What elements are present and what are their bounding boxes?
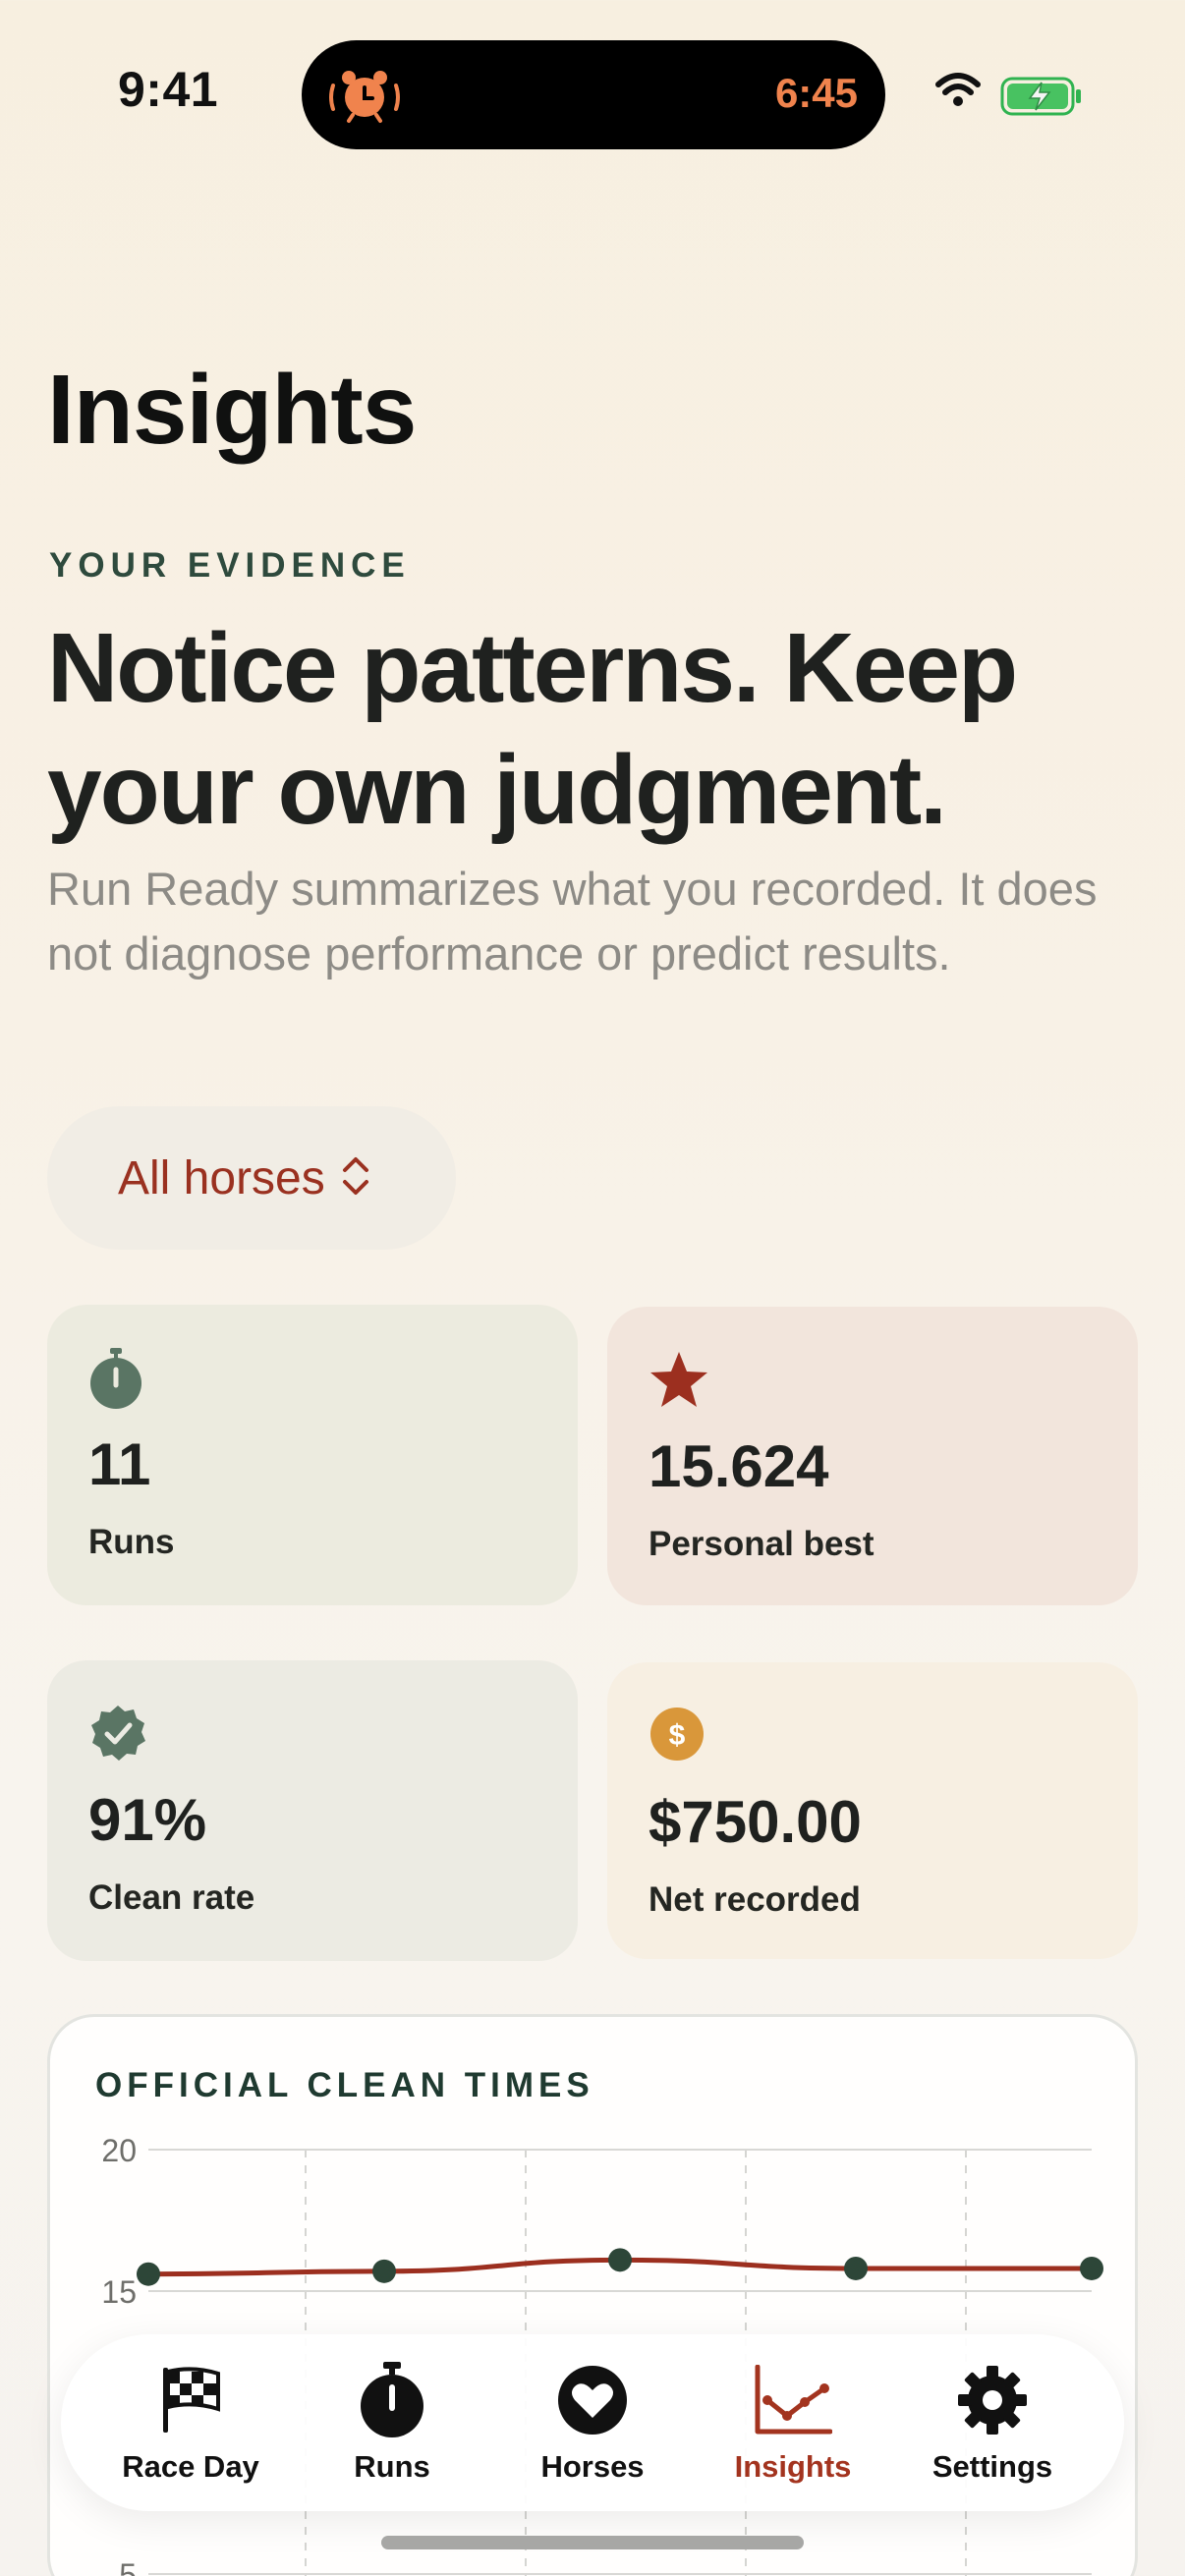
clean-rate-caption: Clean rate <box>88 1878 255 1917</box>
svg-text:$: $ <box>669 1719 686 1752</box>
lede-text: Run Ready summarizes what you recorded. … <box>47 863 1098 980</box>
chart-point <box>1080 2256 1103 2280</box>
stopwatch-icon <box>88 1348 143 1416</box>
tab-label: Horses <box>540 2449 645 2484</box>
chart-y-tick-label: 20 <box>101 2133 137 2168</box>
tab-insights[interactable]: Insights <box>679 2334 915 2511</box>
dollar-circle-icon: $ <box>649 1706 705 1767</box>
chart-y-tick-label: 5 <box>119 2557 137 2576</box>
chevron-up-down-icon <box>341 1154 370 1203</box>
net-recorded-caption: Net recorded <box>649 1880 861 1919</box>
tab-label: Runs <box>354 2449 430 2484</box>
alarm-clock-icon <box>325 60 404 134</box>
dynamic-island: 6:45 <box>302 40 885 149</box>
chart-point <box>372 2259 396 2283</box>
horse-filter-label: All horses <box>118 1151 325 1204</box>
alarm-time: 6:45 <box>774 70 858 116</box>
section-eyebrow: YOUR EVIDENCE <box>49 546 411 585</box>
personal-best-caption: Personal best <box>649 1525 875 1563</box>
stat-card-runs: 11 Runs <box>47 1305 578 1605</box>
home-indicator <box>381 2536 804 2549</box>
stat-card-net-recorded: $ $750.00 Net recorded <box>607 1662 1138 1959</box>
stat-card-personal-best: 15.624 Personal best <box>607 1307 1138 1605</box>
tab-label: Race Day <box>122 2449 259 2484</box>
wifi-icon <box>935 73 981 113</box>
chart-line-icon <box>754 2361 832 2439</box>
stat-card-clean-rate: 91% Clean rate <box>47 1660 578 1961</box>
chart-point <box>844 2256 868 2280</box>
tab-label: Settings <box>931 2449 1053 2484</box>
runs-value: 11 <box>88 1431 151 1497</box>
personal-best-value: 15.624 <box>649 1433 829 1499</box>
battery-charging-icon <box>1000 77 1083 121</box>
checkered-flag-icon <box>159 2361 222 2439</box>
status-time: 9:41 <box>118 62 219 117</box>
tab-settings[interactable]: Settings <box>894 2334 1091 2511</box>
horse-filter-button[interactable]: All horses <box>47 1106 456 1250</box>
heart-icon <box>557 2361 628 2439</box>
chart-y-tick-label: 15 <box>101 2274 137 2310</box>
tab-runs[interactable]: Runs <box>294 2334 490 2511</box>
page-title: Insights <box>47 355 417 465</box>
net-recorded-value: $750.00 <box>649 1789 862 1855</box>
star-icon <box>649 1350 709 1414</box>
headline: Notice patterns. Keep your own judgment. <box>47 613 1018 845</box>
chart-point <box>608 2248 632 2272</box>
runs-caption: Runs <box>88 1523 175 1561</box>
tab-race-day[interactable]: Race Day <box>92 2334 289 2511</box>
stopwatch-icon <box>358 2361 426 2439</box>
tab-horses[interactable]: Horses <box>494 2334 691 2511</box>
gear-icon <box>956 2361 1029 2439</box>
tab-bar: Race Day Runs Horses Insights Settings <box>61 2334 1124 2511</box>
checkmark-seal-icon <box>88 1704 147 1767</box>
chart-point <box>137 2262 160 2286</box>
tab-label: Insights <box>734 2449 852 2484</box>
clean-rate-value: 91% <box>88 1787 207 1853</box>
